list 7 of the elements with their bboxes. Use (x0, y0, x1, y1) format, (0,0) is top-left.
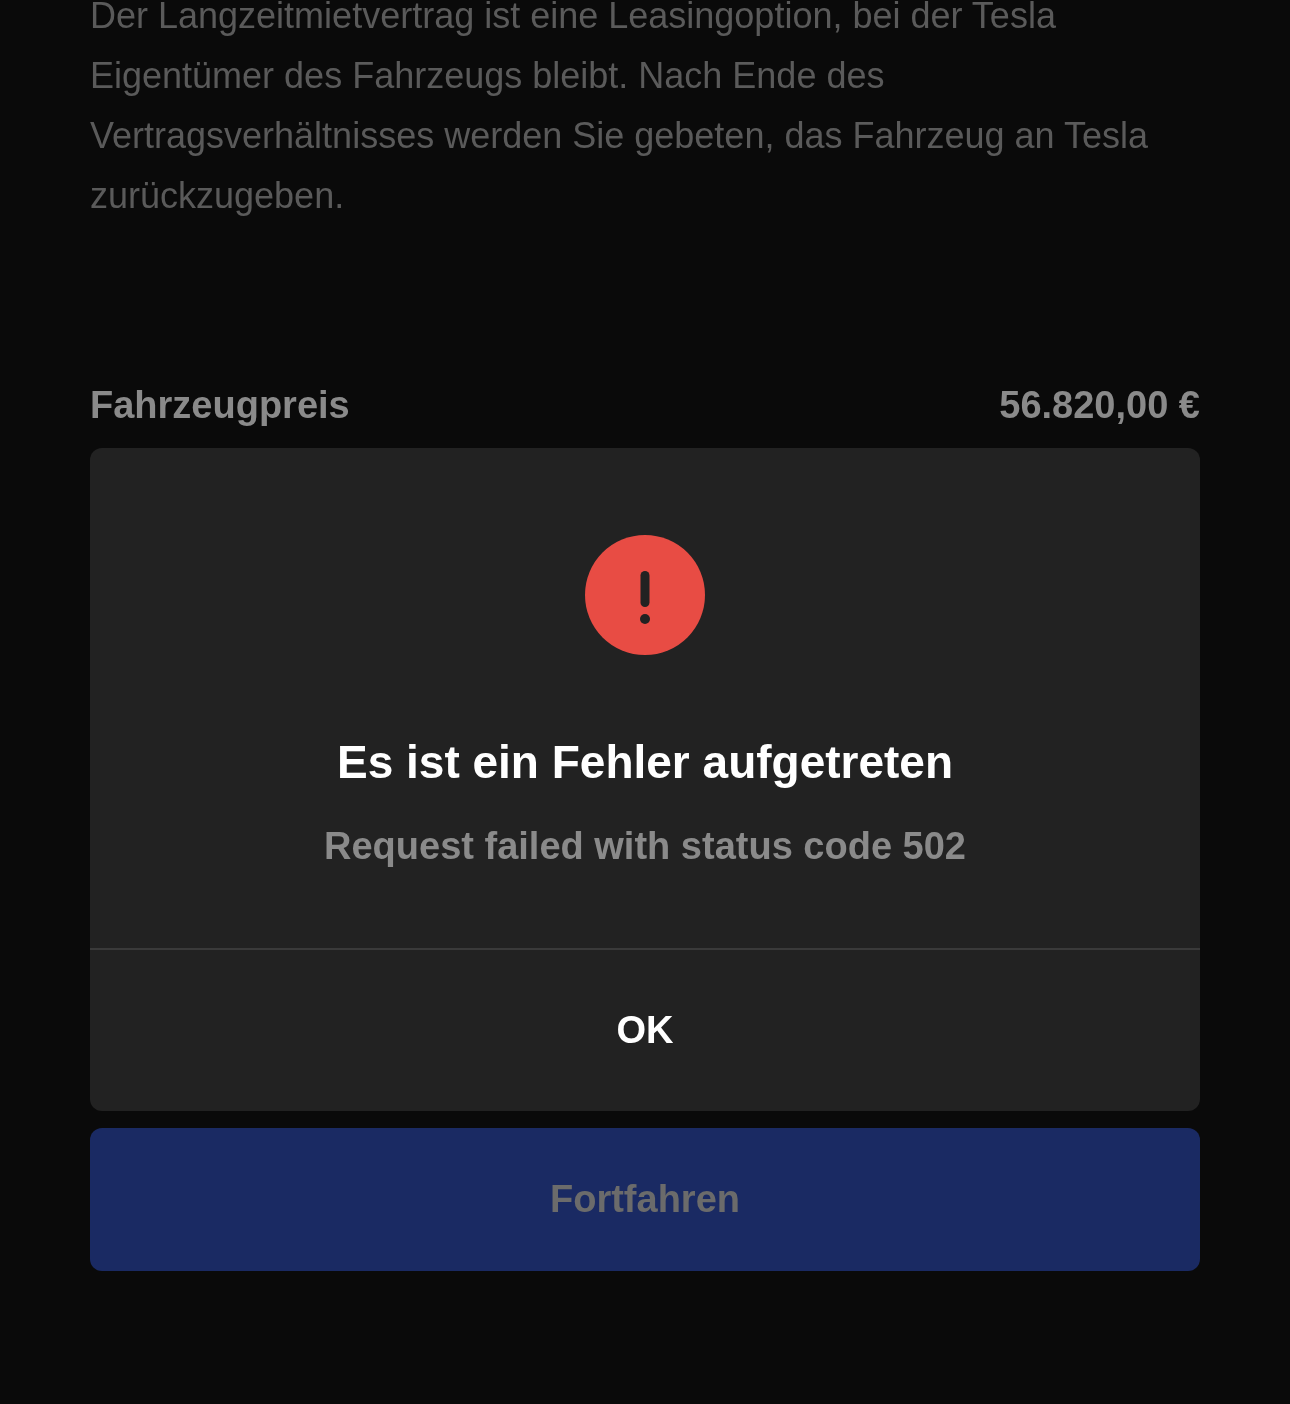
price-value: 56.820,00 € (999, 383, 1200, 427)
ok-button[interactable]: OK (90, 950, 1200, 1111)
description-text: Der Langzeitmietvertrag ist eine Leasingoption, bei der Tesla Eigentümer des Fahrzeugs bleibt. Nach Ende des Vertragsverhältnisses werden Sie gebeten, das Fahrzeug an Tesla zurückzugeben. (90, 0, 1149, 218)
error-icon (585, 535, 705, 655)
price-label: Fahrzeugpreis (90, 383, 350, 427)
dialog-title: Es ist ein Fehler aufgetreten (336, 735, 954, 789)
dialog-message: Request failed with status code 502 (324, 825, 966, 868)
